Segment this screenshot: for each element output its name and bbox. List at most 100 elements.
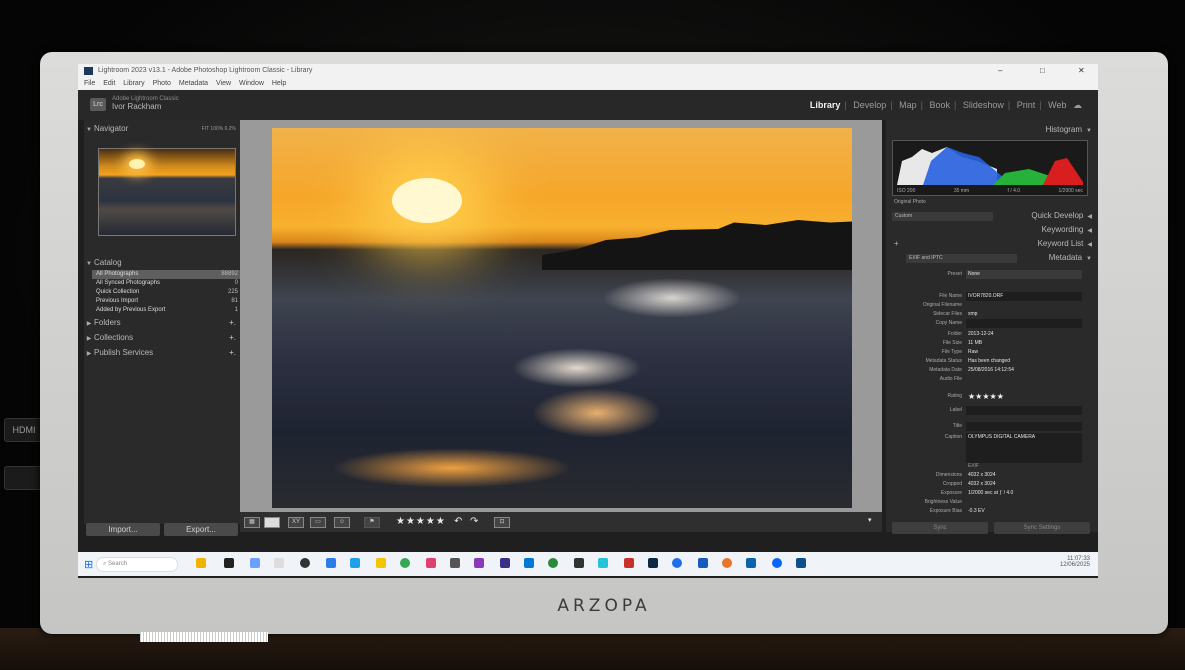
outlook-icon[interactable] [746,558,756,568]
maximize-button[interactable]: □ [1040,64,1045,78]
folders-header[interactable]: ▶ Folders +. [84,316,240,330]
collections-header[interactable]: ▶ Collections +. [84,331,240,345]
catalog-item[interactable]: Quick Collection 225 [92,288,240,297]
keyword-list-header[interactable]: + Keyword List ◀ [886,238,1092,250]
windows-start-icon[interactable]: ⊞ [84,558,93,571]
app-icon[interactable] [474,558,484,568]
main-photo[interactable] [272,128,852,508]
app-icon[interactable] [426,558,436,568]
metadata-row: File Name IVOR7820.ORF [886,292,1092,301]
expand-triangle-icon: ▶ [86,321,92,327]
publish-services-header[interactable]: ▶ Publish Services +. [84,346,240,360]
menu-help[interactable]: Help [272,80,286,87]
app-icon[interactable] [796,558,806,568]
catalog-item[interactable]: Added by Previous Export 1 [92,306,240,315]
app-icon[interactable] [250,558,260,568]
navigator-header[interactable]: ▼ Navigator FIT 100% 6.2% [84,122,240,136]
close-button[interactable]: ✕ [1078,64,1085,78]
chrome-icon[interactable] [400,558,410,568]
rotate-right-icon[interactable]: ↷ [470,516,479,527]
crop-overlay-icon[interactable]: ⊡ [494,517,510,528]
original-photo-toggle[interactable]: Original Photo [886,198,1092,207]
compare-view-icon[interactable]: XY [288,517,304,528]
module-print[interactable]: Print [1017,100,1036,110]
file-explorer-icon[interactable] [376,558,386,568]
taskbar-search[interactable]: ⌕ Search [96,557,178,572]
preset-select[interactable]: None [968,270,980,279]
app-icon[interactable] [548,558,558,568]
firefox-icon[interactable] [722,558,732,568]
module-library[interactable]: Library [810,100,841,110]
menu-edit[interactable]: Edit [103,80,115,87]
app-icon[interactable] [598,558,608,568]
catalog-item-label: Quick Collection [96,289,140,295]
rating-stars[interactable]: ★★★★★ [396,516,446,527]
catalog-item-count: 225 [227,289,238,295]
widgets-icon[interactable] [196,558,206,568]
app-icon[interactable] [624,558,634,568]
sync-metadata-button[interactable]: Sync [892,522,988,534]
app-icon[interactable] [300,558,310,568]
menu-bar: File Edit Library Photo Metadata View Wi… [78,78,1098,90]
menu-metadata[interactable]: Metadata [179,80,208,87]
toolbar-menu-icon[interactable]: ▾ [868,516,873,524]
menu-photo[interactable]: Photo [153,80,171,87]
lightroom-app-icon [84,67,93,75]
quick-develop-header[interactable]: Quick Develop ◀ [886,210,1092,222]
app-icon[interactable] [524,558,534,568]
right-panel: Histogram ▼ ISO 200 35 mm f / 4.0 1/2000 … [886,120,1098,534]
add-collection-icon[interactable]: +. [229,331,236,345]
flag-icon[interactable]: ⚑ [364,517,380,528]
add-publish-service-icon[interactable]: +. [229,346,236,360]
module-slideshow[interactable]: Slideshow [963,100,1004,110]
module-develop[interactable]: Develop [853,100,886,110]
app-icon[interactable] [450,558,460,568]
catalog-item[interactable]: All Photographs 88892 [92,270,240,279]
grid-view-icon[interactable]: ▦ [244,517,260,528]
navigator-zoom-options[interactable]: FIT 100% 6.2% [202,122,236,136]
iso-readout: ISO 200 [897,188,916,194]
catalog-item[interactable]: All Synced Photographs 0 [92,279,240,288]
messenger-icon[interactable] [772,558,782,568]
menu-file[interactable]: File [84,80,95,87]
loupe-view-icon[interactable] [264,517,280,528]
task-view-icon[interactable] [224,558,234,568]
metadata-header[interactable]: Metadata ▼ [886,252,1092,264]
module-map[interactable]: Map [899,100,917,110]
cloud-icon[interactable]: ☁ [1073,100,1082,110]
app-icon[interactable] [350,558,360,568]
calculator-icon[interactable] [326,558,336,568]
word-icon[interactable] [698,558,708,568]
people-view-icon[interactable]: ☺ [334,517,350,528]
catalog-item-label: Previous Import [96,298,139,304]
taskbar-clock[interactable]: 11:07:33 12/06/2025 [1060,556,1090,568]
exif-row: Dimensions 4032 x 3024 [935,472,996,478]
catalog-item[interactable]: Previous Import 81 [92,297,240,306]
add-folder-icon[interactable]: +. [229,316,236,330]
module-book[interactable]: Book [930,100,951,110]
survey-view-icon[interactable]: ▭ [310,517,326,528]
catalog-header[interactable]: ▼ Catalog [84,256,240,270]
barcode-sticker [140,632,268,642]
lightroom-taskbar-icon[interactable] [648,558,658,568]
app-icon[interactable] [500,558,510,568]
catalog-item-label: All Photographs [96,271,139,277]
keywording-header[interactable]: Keywording ◀ [886,224,1092,236]
app-icon[interactable] [672,558,682,568]
navigator-preview[interactable] [98,148,236,236]
menu-library[interactable]: Library [123,80,144,87]
rotate-left-icon[interactable]: ↶ [454,516,463,527]
histogram-header[interactable]: Histogram ▼ [886,124,1092,136]
minimize-button[interactable]: – [998,64,1002,78]
app-icon[interactable] [274,558,284,568]
sync-settings-button[interactable]: Sync Settings [994,522,1090,534]
app-icon[interactable] [574,558,584,568]
import-button[interactable]: Import... [86,523,160,536]
search-placeholder: Search [108,561,128,567]
module-web[interactable]: Web [1048,100,1066,110]
menu-window[interactable]: Window [239,80,264,87]
export-button[interactable]: Export... [164,523,238,536]
metadata-rating-stars[interactable]: ★★★★★ [968,392,1004,401]
library-toolbar: ▦ XY ▭ ☺ ⚑ ★★★★★ ↶ ↷ ⊡ ▾ [240,512,882,532]
menu-view[interactable]: View [216,80,231,87]
